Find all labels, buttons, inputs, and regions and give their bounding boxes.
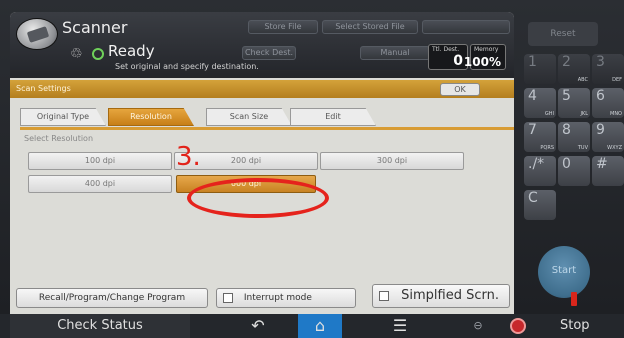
key-clear[interactable]: C — [524, 190, 556, 220]
key-0[interactable]: 0 — [558, 156, 590, 186]
store-file-button[interactable]: Store File — [248, 20, 318, 34]
tab-resolution[interactable]: Resolution — [108, 108, 194, 126]
manual-entry-button[interactable]: Manual — [360, 46, 430, 60]
stop-button[interactable]: Stop — [560, 314, 590, 338]
destination-counter: Ttl. Dest. 0 — [428, 44, 468, 70]
tab-edit[interactable]: Edit — [290, 108, 376, 126]
key-7-letters: PQRS — [540, 145, 554, 151]
key-7[interactable]: 7 PQRS — [524, 122, 556, 152]
scanner-app-icon — [16, 18, 58, 50]
simplified-screen-checkbox[interactable] — [379, 290, 389, 301]
scan-settings-title: Scan Settings — [16, 84, 71, 93]
key-2-letters: ABC — [577, 77, 588, 83]
key-6-label: 6 — [596, 88, 605, 104]
scanner-header: Scanner Store File Select Stored File Ch… — [10, 12, 514, 78]
menu-icon[interactable]: ☰ — [378, 314, 422, 338]
key-3-letters: DEF — [612, 77, 622, 83]
key-9-letters: WXYZ — [607, 145, 622, 151]
back-arrow-icon[interactable]: ↶ — [236, 314, 280, 338]
hardware-keypad: Reset 1 2 ABC 3 DEF 4 GHI 5 JKL 6 MNO 7 PQRS 8… — [520, 12, 624, 314]
stop-icon — [510, 318, 526, 334]
key-2-label: 2 — [562, 54, 571, 70]
interrupt-mode-checkbox[interactable] — [223, 292, 233, 303]
select-resolution-label: Select Resolution — [24, 134, 94, 143]
resolution-400-button[interactable]: 400 dpi — [28, 175, 172, 193]
key-3[interactable]: 3 DEF — [592, 54, 624, 84]
tab-scan-size[interactable]: Scan Size — [206, 108, 292, 126]
key-4[interactable]: 4 GHI — [524, 88, 556, 118]
key-dot-star[interactable]: ./* — [524, 156, 556, 186]
resolution-300-button[interactable]: 300 dpi — [320, 152, 464, 170]
key-1[interactable]: 1 — [524, 54, 556, 84]
check-destination-button[interactable]: Check Dest. — [242, 46, 296, 60]
key-clear-label: C — [528, 190, 538, 206]
key-7-label: 7 — [528, 122, 537, 138]
ready-indicator-icon — [92, 48, 104, 60]
scanner-screen: Scanner Store File Select Stored File Ch… — [10, 12, 514, 314]
tab-original-type[interactable]: Original Type — [20, 108, 106, 126]
key-5[interactable]: 5 JKL — [558, 88, 590, 118]
app-title: Scanner — [62, 18, 128, 37]
select-stored-file-button[interactable]: Select Stored File — [322, 20, 418, 34]
key-4-label: 4 — [528, 88, 537, 104]
destination-counter-value: 0 — [453, 53, 463, 69]
resolution-100-button[interactable]: 100 dpi — [28, 152, 172, 170]
scan-settings-bar: Scan Settings OK — [10, 80, 514, 98]
header-blank-button[interactable] — [422, 20, 510, 34]
ready-instructions: Set original and specify destination. — [115, 62, 259, 71]
machine-status-icon: ♲ — [70, 46, 83, 62]
memory-counter-caption: Memory — [474, 46, 499, 53]
key-hash[interactable]: # — [592, 156, 624, 186]
key-9-label: 9 — [596, 122, 605, 138]
interrupt-mode-toggle[interactable]: Interrupt mode — [216, 288, 356, 308]
key-4-letters: GHI — [544, 111, 554, 117]
home-icon[interactable]: ⌂ — [298, 314, 342, 338]
reset-key[interactable]: Reset — [528, 22, 598, 46]
start-key[interactable]: Start — [538, 246, 590, 298]
simplified-screen-toggle[interactable]: Simplfied Scrn. — [372, 284, 510, 308]
ok-button[interactable]: OK — [440, 83, 480, 96]
step-annotation-ring — [187, 178, 329, 218]
check-status-button[interactable]: Check Status — [10, 314, 190, 338]
bottom-taskbar: Check Status ↶ ⌂ ☰ ⊖ Stop — [0, 314, 624, 338]
memory-counter: Memory 100% — [464, 44, 506, 70]
key-8[interactable]: 8 TUV — [558, 122, 590, 152]
key-hash-label: # — [596, 156, 608, 172]
key-3-label: 3 — [596, 54, 605, 70]
key-2[interactable]: 2 ABC — [558, 54, 590, 84]
key-5-label: 5 — [562, 88, 571, 104]
key-0-label: 0 — [562, 156, 571, 172]
ready-status: Ready — [108, 42, 155, 60]
interrupt-mode-label: Interrupt mode — [243, 293, 312, 303]
key-6-letters: MNO — [610, 111, 622, 117]
key-6[interactable]: 6 MNO — [592, 88, 624, 118]
key-5-letters: JKL — [580, 111, 588, 117]
key-9[interactable]: 9 WXYZ — [592, 122, 624, 152]
key-1-label: 1 — [528, 54, 537, 70]
memory-counter-value: 100% — [463, 55, 501, 69]
step-annotation-number: 3. — [176, 142, 201, 172]
key-8-letters: TUV — [577, 145, 588, 151]
recall-program-button[interactable]: Recall/Program/Change Program — [16, 288, 208, 308]
simplified-screen-label: Simplfied Scrn. — [401, 288, 499, 303]
destination-counter-caption: Ttl. Dest. — [432, 46, 460, 53]
start-indicator-led — [571, 292, 577, 306]
settings-tabs: Original Type Resolution Scan Size Edit — [20, 108, 514, 128]
minus-circle-icon: ⊖ — [473, 319, 483, 332]
tab-underline — [20, 127, 514, 130]
key-8-label: 8 — [562, 122, 571, 138]
key-dot-star-label: ./* — [528, 156, 545, 172]
